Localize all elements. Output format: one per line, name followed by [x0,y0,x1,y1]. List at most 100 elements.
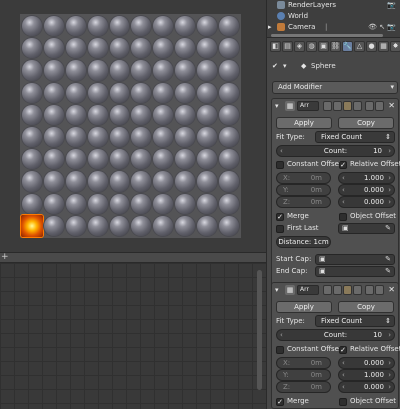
selected-sphere[interactable] [21,214,43,237]
sphere-instance[interactable] [219,38,239,59]
sphere-instance[interactable] [109,127,130,148]
edit-cage-icon[interactable] [323,285,332,295]
modifiers-tab-icon[interactable]: 🔧 [342,41,353,52]
viewport-area[interactable] [0,0,266,252]
sphere-instance[interactable] [87,60,108,81]
increment-arrow-icon[interactable]: › [388,146,391,156]
sphere-instance[interactable] [197,82,218,103]
collapse-arrow-icon[interactable]: ▾ [275,286,279,294]
increment-arrow-icon[interactable]: › [388,173,391,183]
sphere-instance[interactable] [175,82,196,103]
sphere-instance[interactable] [131,82,152,103]
sphere-instance[interactable] [219,104,239,125]
move-up-icon[interactable] [365,101,374,111]
sphere-instance[interactable] [43,193,64,214]
move-up-icon[interactable] [365,285,374,295]
sphere-instance[interactable] [65,104,86,125]
sphere-instance[interactable] [131,127,152,148]
sphere-instance[interactable] [175,149,196,170]
relative-offset-checkbox[interactable]: ✓ [339,346,347,354]
decrement-arrow-icon[interactable]: ‹ [280,330,283,340]
sphere-instance[interactable] [43,215,64,236]
object-offset-checkbox[interactable] [339,398,347,406]
sphere-instance[interactable] [65,215,86,236]
sphere-instance[interactable] [109,16,130,37]
decrement-arrow-icon[interactable]: ‹ [342,197,345,207]
viewport-toggle-icon[interactable] [343,101,352,111]
world-tab-icon[interactable]: ◍ [306,41,317,52]
pin-icon[interactable]: ✔ [272,60,278,72]
increment-arrow-icon[interactable]: › [388,330,391,340]
sphere-instance[interactable] [87,171,108,192]
edit-cage-icon[interactable] [323,101,332,111]
render-tab-icon[interactable]: ◧ [270,41,281,52]
decrement-arrow-icon[interactable]: ‹ [342,358,345,368]
sphere-instance[interactable] [153,193,174,214]
visibility-icons[interactable]: 👁 ↖ 📷 [368,22,396,33]
sphere-instance[interactable] [153,38,174,59]
sphere-instance[interactable] [109,82,130,103]
sphere-instance[interactable] [153,171,174,192]
relative-x-field[interactable]: ‹ 1.000 › [338,172,395,184]
sphere-instance[interactable] [175,38,196,59]
sphere-instance[interactable] [219,82,239,103]
sphere-instance[interactable] [22,38,42,59]
sphere-instance[interactable] [109,104,130,125]
close-icon[interactable]: ✕ [388,101,395,110]
modifier-header[interactable]: ▾ ▦ Arr ✕ [272,283,398,298]
relative-offset-checkbox[interactable]: ✓ [339,161,347,169]
sphere-instance[interactable] [43,82,64,103]
sphere-instance[interactable] [43,127,64,148]
sphere-instance[interactable] [109,38,130,59]
sphere-instance[interactable] [153,16,174,37]
distance-field[interactable]: Distance: 1cm [276,236,331,248]
render-toggle-icon[interactable] [333,101,342,111]
end-cap-field[interactable]: ▣ ✎ [315,266,395,277]
modifier-name-field[interactable]: Arr [297,285,319,295]
sphere-instance[interactable] [22,60,42,81]
increment-arrow-icon[interactable]: › [388,382,391,392]
count-field[interactable]: ‹ Count: 10 › [276,329,395,341]
fit-type-dropdown[interactable]: Fixed Count ⇕ [315,315,395,327]
add-modifier-dropdown[interactable]: Add Modifier ▾ [272,81,398,94]
sphere-instance[interactable] [43,171,64,192]
sphere-instance[interactable] [131,193,152,214]
sphere-array-grid[interactable] [20,14,241,238]
material-tab-icon[interactable]: ● [366,41,377,52]
sphere-instance[interactable] [153,127,174,148]
sphere-instance[interactable] [65,149,86,170]
constant-offset-checkbox[interactable] [276,161,284,169]
sphere-instance[interactable] [43,16,64,37]
sphere-instance[interactable] [197,149,218,170]
sphere-instance[interactable] [87,193,108,214]
constant-offset-checkbox[interactable] [276,346,284,354]
sphere-instance[interactable] [197,127,218,148]
copy-button[interactable]: Copy [338,301,394,313]
sphere-instance[interactable] [175,127,196,148]
sphere-instance[interactable] [43,38,64,59]
scene-tab-icon[interactable]: ◈ [294,41,305,52]
constant-x-field[interactable]: X: 0m [276,172,331,184]
modifier-name-field[interactable]: Arr [297,101,319,111]
sphere-instance[interactable] [65,193,86,214]
outliner-row-camera[interactable]: ▸ Camera | 👁 ↖ 📷 [267,22,400,33]
relative-z-field[interactable]: ‹ 0.000 › [338,381,395,393]
constraints-tab-icon[interactable]: ⛓ [330,41,341,52]
sphere-instance[interactable] [175,104,196,125]
viewport-toggle-icon[interactable] [343,285,352,295]
sphere-instance[interactable] [22,171,42,192]
outliner-row-renderlayers[interactable]: RenderLayers 📷 [267,0,400,11]
sphere-instance[interactable] [87,16,108,37]
sphere-instance[interactable] [219,60,239,81]
decrement-arrow-icon[interactable]: ‹ [342,382,345,392]
outliner-scrollbar[interactable] [271,34,383,37]
sphere-instance[interactable] [65,82,86,103]
sphere-instance[interactable] [219,193,239,214]
texture-tab-icon[interactable]: ▦ [378,41,389,52]
sphere-instance[interactable] [43,104,64,125]
sphere-instance[interactable] [131,104,152,125]
sphere-instance[interactable] [109,193,130,214]
eyedropper-icon[interactable]: ✎ [385,255,391,264]
sphere-instance[interactable] [175,215,196,236]
relative-z-field[interactable]: ‹ 0.000 › [338,196,395,208]
